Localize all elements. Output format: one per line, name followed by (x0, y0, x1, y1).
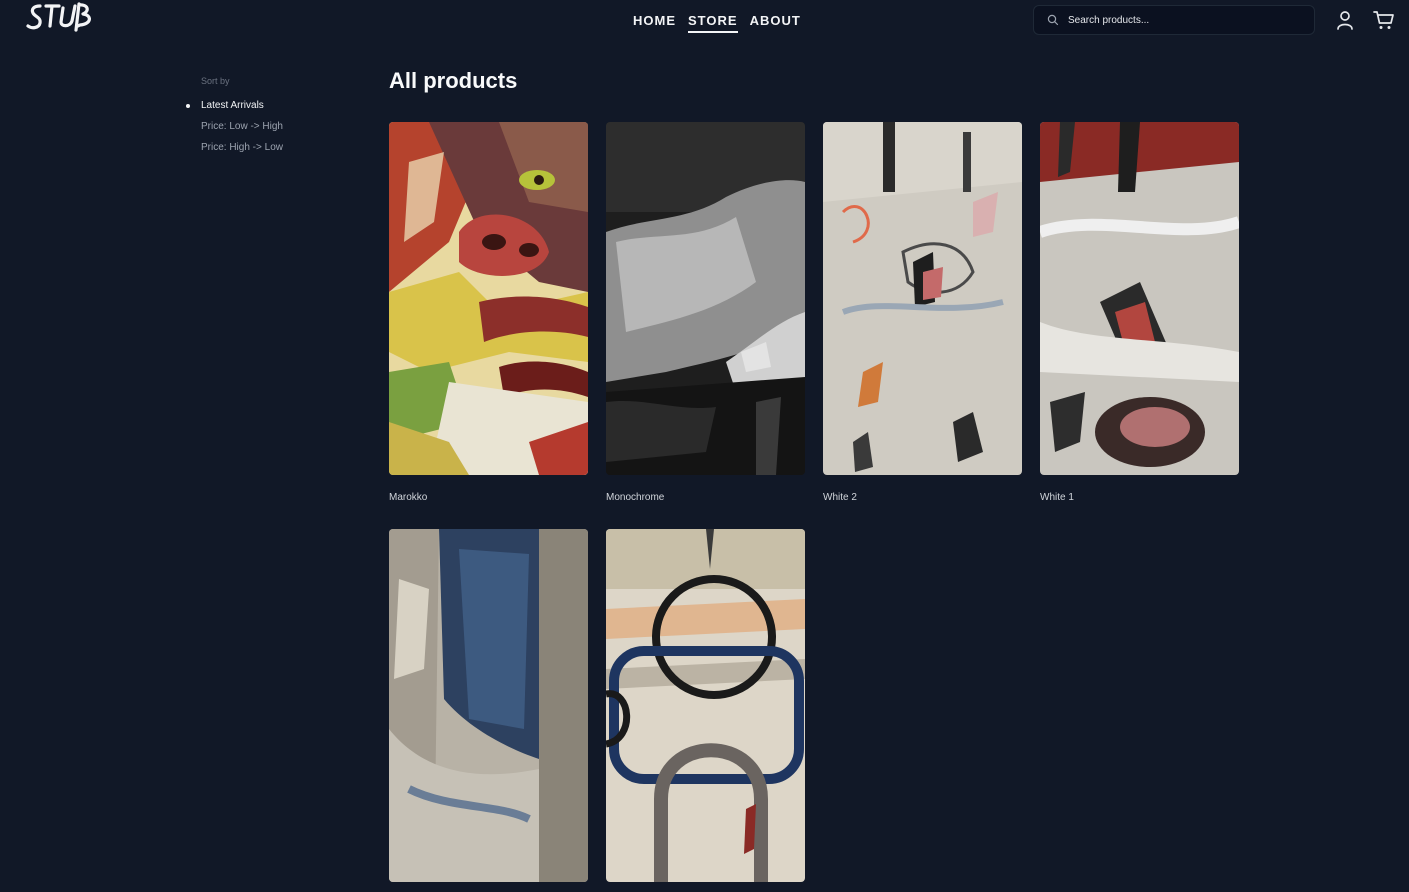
sort-price-high-low[interactable]: Price: High -> Low (201, 141, 283, 162)
product-image[interactable] (389, 529, 588, 882)
search-icon (1046, 13, 1060, 27)
cart-icon[interactable] (1372, 9, 1396, 31)
product-card[interactable]: Marokko (389, 122, 588, 529)
nav-about[interactable]: ABOUT (750, 13, 801, 33)
product-title[interactable]: Monochrome (606, 492, 805, 503)
page-title: All products (389, 68, 518, 93)
product-title[interactable]: White 1 (1040, 492, 1239, 503)
product-card[interactable]: White 1 (1040, 122, 1239, 529)
sort-price-low-high[interactable]: Price: Low -> High (201, 120, 283, 141)
search-input[interactable] (1068, 14, 1288, 26)
product-card[interactable]: White 2 (823, 122, 1022, 529)
product-image[interactable] (823, 122, 1022, 475)
product-card[interactable]: Monochrome (606, 122, 805, 529)
search-box[interactable] (1033, 5, 1315, 35)
site-header: HOME STORE ABOUT (0, 0, 1409, 42)
sort-latest-arrivals[interactable]: Latest Arrivals (186, 99, 283, 120)
product-image[interactable] (1040, 122, 1239, 475)
product-image[interactable] (606, 122, 805, 475)
product-grid: Marokko Monochrome White 2 White 1 (389, 122, 1239, 892)
brand-logo[interactable] (26, 0, 98, 38)
sort-label: Sort by (201, 76, 230, 86)
account-icon[interactable] (1334, 9, 1356, 31)
product-image[interactable] (606, 529, 805, 882)
nav-home[interactable]: HOME (633, 13, 676, 33)
product-title[interactable]: Marokko (389, 492, 588, 503)
product-card[interactable] (606, 529, 805, 892)
product-card[interactable] (389, 529, 588, 892)
nav-store[interactable]: STORE (688, 13, 738, 33)
sort-sidebar: Sort by Latest Arrivals Price: Low -> Hi… (186, 76, 283, 162)
main-nav: HOME STORE ABOUT (633, 13, 801, 33)
product-image[interactable] (389, 122, 588, 475)
product-title[interactable]: White 2 (823, 492, 1022, 503)
